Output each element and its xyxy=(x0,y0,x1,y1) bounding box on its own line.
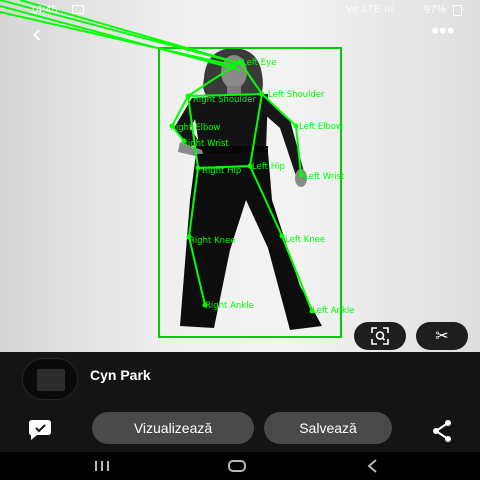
keypoint-left-elbow xyxy=(293,123,299,129)
keypoint-label-right-elbow: Right Elbow xyxy=(170,123,220,133)
keypoint-label-left-hip: Left Hip xyxy=(252,162,285,172)
keypoint-left-knee xyxy=(279,233,285,239)
keypoint-label-left-elbow: Left Elbow xyxy=(299,122,343,132)
keypoint-label-right-knee: Right Knee xyxy=(189,236,236,246)
gallery-icon xyxy=(72,5,84,14)
album-thumbnail-image xyxy=(37,369,65,391)
home-icon[interactable] xyxy=(228,460,246,472)
keypoint-label-right-shoulder: Right Shoulder xyxy=(193,95,256,105)
photo-canvas: Left Eye Right Shoulder Left Shoulder Right… xyxy=(0,0,354,338)
save-button[interactable]: Salvează xyxy=(264,412,392,444)
keypoint-label-right-wrist: Right Wrist xyxy=(182,139,229,149)
album-thumbnail[interactable] xyxy=(22,358,78,400)
keypoint-right-shoulder xyxy=(185,93,191,99)
nav-back-icon[interactable] xyxy=(364,458,382,474)
share-icon xyxy=(433,420,451,442)
pose-overlay: Left Eye Right Shoulder Left Shoulder Right… xyxy=(0,0,354,338)
feedback-icon xyxy=(29,420,51,440)
system-nav-bar xyxy=(0,452,480,480)
recent-apps-icon[interactable] xyxy=(92,458,112,474)
back-arrow-icon: ‹ xyxy=(32,18,42,48)
keypoint-label-left-eye: Left Eye xyxy=(242,58,276,68)
feedback-button[interactable] xyxy=(26,419,54,443)
signal-icon: Vo LTE ıll xyxy=(346,4,394,14)
status-time: 14:45 xyxy=(30,4,58,16)
album-name: Cyn Park xyxy=(90,367,151,383)
keypoint-label-left-ankle: Left Ankle xyxy=(312,306,354,316)
bottom-panel: Cyn Park Vizualizează Salvează xyxy=(0,352,480,452)
share-button[interactable] xyxy=(428,419,456,443)
keypoint-label-left-shoulder: Left Shoulder xyxy=(268,90,325,100)
status-bar: 14:45 Vo LTE ıll 97% xyxy=(0,0,480,20)
lens-scan-icon xyxy=(371,327,389,345)
scissors-icon: ✂ xyxy=(435,328,449,345)
keypoint-label-right-hip: Right Hip xyxy=(202,166,241,176)
keypoint-left-shoulder xyxy=(259,91,265,97)
cut-button[interactable]: ✂ xyxy=(416,322,468,350)
battery-icon xyxy=(453,5,462,16)
lens-scan-button[interactable] xyxy=(354,322,406,350)
keypoint-label-left-wrist: Left Wrist xyxy=(304,172,345,182)
more-options-button[interactable]: ••• xyxy=(428,20,458,46)
keypoint-right-hip xyxy=(195,165,201,171)
keypoint-label-left-knee: Left Knee xyxy=(285,235,325,245)
keypoint-left-wrist xyxy=(298,172,304,178)
photo-viewer: Left Eye Right Shoulder Left Shoulder Right… xyxy=(0,0,480,352)
visualize-button[interactable]: Vizualizează xyxy=(92,412,254,444)
keypoint-label-right-ankle: Right Ankle xyxy=(205,301,254,311)
battery-level: 97% xyxy=(423,4,446,16)
back-button[interactable]: ‹ xyxy=(22,20,52,50)
more-dots-icon: ••• xyxy=(431,18,455,43)
